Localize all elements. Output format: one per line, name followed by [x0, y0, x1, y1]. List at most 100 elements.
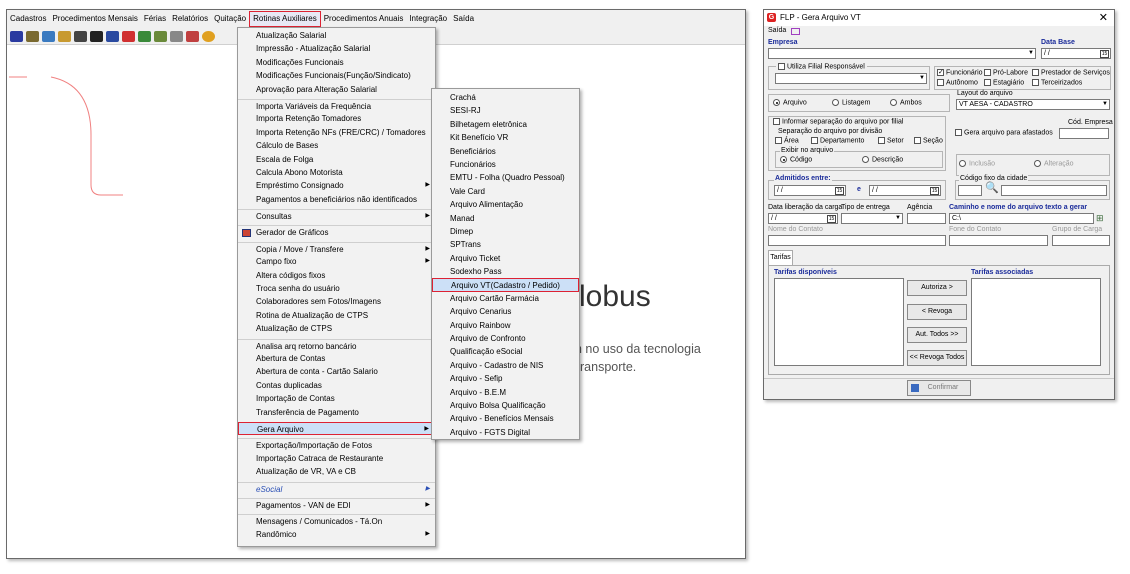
menu-item[interactable]: Exportação/Importação de Fotos — [238, 438, 435, 451]
admitidos-from-field[interactable]: / /15 — [774, 185, 846, 196]
calendar-icon[interactable]: 15 — [930, 187, 939, 195]
autoriza-todos-button[interactable]: Aut. Todos >> — [907, 327, 967, 343]
submenu-item[interactable]: Arquivo Ticket — [432, 252, 579, 265]
funcionario-checkbox[interactable]: Funcionário — [937, 69, 983, 76]
menu-item[interactable]: Importa Variáveis da Frequência — [238, 98, 435, 112]
submenu-item[interactable]: Manad — [432, 212, 579, 225]
print-icon[interactable] — [186, 30, 199, 42]
menu-item[interactable]: Pagamentos - VAN de EDI ▶ — [238, 497, 435, 511]
menu-cadastros[interactable]: Cadastros — [7, 10, 49, 28]
autonomo-checkbox[interactable]: Autônomo — [937, 79, 978, 86]
saida-button[interactable]: Saída — [768, 27, 786, 34]
submenu-item[interactable]: Kit Benefício VR — [432, 131, 579, 144]
menu-item[interactable]: Rotina de Atualização de CTPS — [238, 309, 435, 322]
codigo-radio[interactable]: Código — [780, 156, 812, 163]
menu-item[interactable]: Randômico ▶ — [238, 528, 435, 541]
gera-afastados-checkbox[interactable]: Gera arquivo para afastados — [955, 129, 1053, 136]
layout-select[interactable]: VT AESA - CADASTRO ▼ — [956, 99, 1110, 110]
menu-item[interactable]: Cálculo de Bases — [238, 139, 435, 152]
filial-select[interactable]: ▼ — [775, 73, 927, 84]
menu-relatorios[interactable]: Relatórios — [169, 10, 211, 28]
menu-item[interactable]: Campo fixo ▶ — [238, 255, 435, 268]
document-icon[interactable] — [170, 30, 183, 42]
menu-item[interactable]: Importa Retenção Tomadores — [238, 112, 435, 125]
save-icon[interactable] — [90, 30, 103, 42]
inclusao-radio[interactable]: Inclusão — [959, 160, 995, 167]
submenu-item[interactable]: Arquivo Bolsa Qualificação — [432, 399, 579, 412]
menu-item[interactable]: Altera códigos fixos — [238, 269, 435, 282]
submenu-item[interactable]: Arquivo Alimentação — [432, 198, 579, 211]
submenu-item[interactable]: Arquivo de Confronto — [432, 332, 579, 345]
menu-item[interactable]: Transferência de Pagamento — [238, 406, 435, 419]
menu-item[interactable]: Consultas ▶ — [238, 209, 435, 222]
arrow-down-icon[interactable] — [10, 30, 23, 42]
menu-item[interactable]: Impressão - Atualização Salarial — [238, 42, 435, 55]
submenu-item[interactable]: Arquivo - Benefícios Mensais — [432, 412, 579, 425]
ambos-radio[interactable]: Ambos — [890, 99, 922, 106]
tipo-entrega-select[interactable]: ▼ — [841, 213, 903, 224]
menu-item-gera-arquivo[interactable]: Gera Arquivo ▶ — [238, 421, 435, 436]
submenu-item[interactable]: EMTU - Folha (Quadro Pessoal) — [432, 171, 579, 184]
pie-icon[interactable] — [202, 30, 215, 42]
menu-item[interactable]: Atualização Salarial — [238, 29, 435, 42]
menu-item[interactable]: Contas duplicadas — [238, 379, 435, 392]
prestador-checkbox[interactable]: Prestador de Serviços — [1032, 69, 1110, 76]
submenu-item[interactable]: Vale Card — [432, 185, 579, 198]
submenu-item[interactable]: Bilhetagem eletrônica — [432, 118, 579, 131]
alteracao-radio[interactable]: Alteração — [1034, 160, 1074, 167]
informar-separacao-checkbox[interactable]: Informar separação do arquivo por filial — [773, 118, 903, 125]
search-icon[interactable]: 🔍 — [985, 183, 999, 194]
menu-item[interactable]: Pagamentos a beneficiários não identific… — [238, 193, 435, 206]
fone-contato-field[interactable] — [949, 235, 1048, 246]
folder-icon[interactable] — [58, 30, 71, 42]
submenu-item[interactable]: Arquivo - Sefip — [432, 372, 579, 385]
terceirizados-checkbox[interactable]: Terceirizados — [1032, 79, 1082, 86]
confirmar-button[interactable]: Confirmar — [907, 380, 971, 396]
monitor-icon[interactable] — [791, 28, 800, 35]
grupo-carga-field[interactable] — [1052, 235, 1110, 246]
menu-quitacao[interactable]: Quitação — [211, 10, 249, 28]
arquivo-radio[interactable]: Arquivo — [773, 99, 807, 106]
listagem-radio[interactable]: Listagem — [832, 99, 870, 106]
menu-item[interactable]: Abertura de conta - Cartão Salario — [238, 365, 435, 378]
calendar-icon[interactable]: 15 — [827, 215, 836, 223]
pro-labore-checkbox[interactable]: Pró-Labore — [984, 69, 1028, 76]
utiliza-filial-checkbox[interactable]: Utiliza Filial Responsável — [776, 63, 867, 71]
nome-contato-field[interactable] — [768, 235, 946, 246]
submenu-item[interactable]: Arquivo Cenarius — [432, 305, 579, 318]
estagiario-checkbox[interactable]: Estagiário — [984, 79, 1024, 86]
tarifas-associadas-list[interactable] — [971, 278, 1101, 366]
submenu-item[interactable]: Arquivo Rainbow — [432, 319, 579, 332]
submenu-item-arquivo-vt[interactable]: Arquivo VT(Cadastro / Pedido) — [432, 278, 579, 292]
calendar-icon[interactable]: 15 — [835, 187, 844, 195]
submenu-item[interactable]: Qualificação eSocial — [432, 345, 579, 358]
tab-tarifas[interactable]: Tarifas — [768, 250, 793, 265]
spreadsheet-icon[interactable] — [138, 30, 151, 42]
submenu-item[interactable]: Arquivo - B.E.M — [432, 386, 579, 399]
chart-icon[interactable] — [154, 30, 167, 42]
submenu-item[interactable]: Beneficiários — [432, 145, 579, 158]
people-icon[interactable] — [26, 30, 39, 42]
codigo-fixo-field[interactable] — [958, 185, 982, 196]
check-icon[interactable] — [122, 30, 135, 42]
close-button[interactable]: ✕ — [1099, 10, 1108, 26]
menu-rotinas-auxiliares[interactable]: Rotinas Auxiliares — [249, 11, 321, 27]
menu-item[interactable]: Importação de Contas — [238, 392, 435, 405]
menu-item[interactable]: Troca senha do usuário — [238, 282, 435, 295]
submenu-item[interactable]: Funcionários — [432, 158, 579, 171]
menu-item[interactable]: Atualização de CTPS — [238, 322, 435, 335]
submenu-item[interactable]: Sodexho Pass — [432, 265, 579, 278]
empresa-select[interactable]: ▼ — [768, 48, 1036, 59]
menu-item[interactable]: Abertura de Contas — [238, 352, 435, 365]
submenu-item[interactable]: SPTrans — [432, 238, 579, 251]
disk-icon[interactable] — [106, 30, 119, 42]
menu-integracao[interactable]: Integração — [406, 10, 450, 28]
menu-item[interactable]: Escala de Folga — [238, 153, 435, 166]
browse-folder-icon[interactable]: ⊞ — [1096, 213, 1104, 224]
caminho-field[interactable]: C:\ — [949, 213, 1094, 224]
menu-item[interactable]: Modificações Funcionais(Função/Sindicato… — [238, 69, 435, 82]
menu-procedimentos-anuais[interactable]: Procedimentos Anuais — [321, 10, 407, 28]
departamento-checkbox[interactable]: Departamento — [811, 137, 864, 144]
cidade-field[interactable] — [1001, 185, 1107, 196]
menu-saida[interactable]: Saída — [450, 10, 477, 28]
